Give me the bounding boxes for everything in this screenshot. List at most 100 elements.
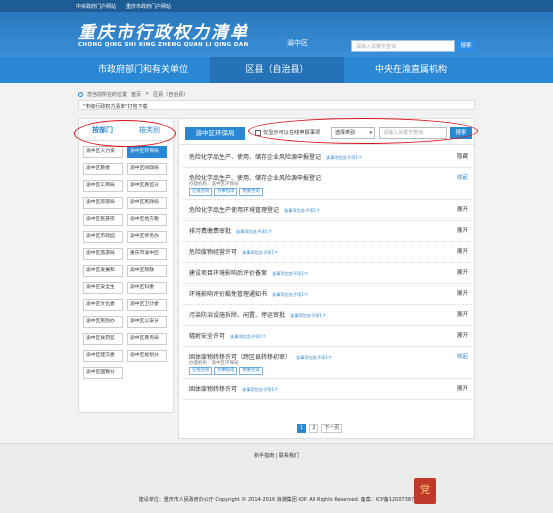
header-search-input[interactable]: 请输入关键字查询 [351,40,455,52]
sidebar-item-department[interactable]: 渝中区财政局 [127,163,167,175]
sidebar-item-department[interactable]: 渝中区市政园 [83,231,123,243]
item-toggle-button[interactable]: 展开 [457,226,468,234]
list-item: 排污费缴费审批 该事项包含子项1个 展开 [183,221,472,242]
sidebar-item-department[interactable]: 渝中区侨务办 [127,231,167,243]
breadcrumb-current[interactable]: 区县（自治县） [153,91,188,98]
item-name-text: 危险废物经营许可 [189,249,238,256]
item-toggle-button[interactable]: 收起 [457,173,468,181]
item-toggle-button[interactable]: 收起 [457,352,468,360]
breadcrumb-separator: > [145,91,150,97]
sidebar-item-department[interactable]: 渝中区食药监 [83,333,123,345]
item-toggle-button[interactable]: 展开 [457,268,468,276]
item-subitem-count[interactable]: 该事项包含子项1个 [296,355,332,360]
page-button[interactable]: 2 [309,424,319,433]
item-name[interactable]: 辐射安全许可 该事项包含子项1个 [189,331,266,340]
sidebar-item-department[interactable]: 渝中区地方税 [127,214,167,226]
item-toggle-button[interactable]: 隐藏 [457,152,468,160]
list-item: 辐射安全许可 该事项包含子项1个 展开 [183,326,472,347]
sidebar-item-department[interactable]: 渝中区安全生 [83,282,123,294]
sidebar-item-department[interactable]: 渝中区民政局 [127,197,167,209]
item-toggle-button[interactable]: 展开 [457,205,468,213]
tab-central-agencies[interactable]: 中央在渝直属机构 [344,57,478,83]
item-action-button[interactable]: 在线咨询 [189,188,213,196]
item-subitem-count[interactable]: 该事项包含子项1个 [326,155,362,160]
item-action-button[interactable]: 我要咨询 [239,367,263,375]
item-subitem-count[interactable]: 该事项包含子项1个 [230,334,266,339]
item-name-text: 污染防治设施拆除、闲置、停运审批 [189,312,286,319]
item-action-button[interactable]: 我要咨询 [239,188,263,196]
item-toggle-button[interactable]: 展开 [457,247,468,255]
item-name[interactable]: 危险化学品生产、使用、储存企业风险源申报登记 该事项包含子项1个 [189,152,362,161]
item-action-button[interactable]: 办事指南 [214,367,238,375]
sidebar-item-department[interactable]: 重庆市渝中区 [127,248,167,260]
sidebar-item-department[interactable]: 渝中区建交委 [83,350,123,362]
list-item: 建设项目环境影响后评价备案 该事项包含子项1个 展开 [183,263,472,284]
list-item: 危险化学品生产使用环境管理登记 该事项包含子项1个 展开 [183,200,472,221]
sidebar-item-department[interactable]: 渝中区规划分 [127,350,167,362]
item-name-text: 环境影响评价豁免管理通知书 [189,291,268,298]
link-central-gov[interactable]: 中央政府门户网站 [76,3,116,10]
item-name[interactable]: 建设项目环境影响后评价备案 该事项包含子项1个 [189,268,308,277]
item-actions: 在线咨询 办事指南 我要咨询 [189,367,263,375]
item-name-text: 固体废物转移许可 [189,386,238,393]
breadcrumb-home[interactable]: 首页 [131,91,141,98]
item-name-text: 危险化学品生产使用环境管理登记 [189,207,280,214]
link-chongqing-gov[interactable]: 重庆市政府门户网站 [126,3,171,10]
sidebar-item-department[interactable]: 渝中区环保局 [127,146,167,158]
sidebar-item-department[interactable]: 渝中区民防办 [83,316,123,328]
item-name[interactable]: 危险化学品生产使用环境管理登记 该事项包含子项1个 [189,205,320,214]
region-label: 渝中区 [287,39,308,47]
sidebar-item-department[interactable]: 渝中区文化委 [83,299,123,311]
item-action-button[interactable]: 办事指南 [214,188,238,196]
sidebar-item-department[interactable]: 渝中区商务局 [127,333,167,345]
item-name[interactable]: 环境影响评价豁免管理通知书 该事项包含子项1个 [189,289,308,298]
sidebar-item-department[interactable]: 渝中区发展和 [83,265,123,277]
item-subitem-count[interactable]: 该事项包含子项1个 [272,271,308,276]
header-search-button[interactable]: 搜索 [456,40,476,52]
list-item: 环境影响评价豁免管理通知书 该事项包含子项1个 展开 [183,284,472,305]
footer-links[interactable]: 新手指南 | 联系我们 [0,452,553,459]
item-subitem-count[interactable]: 该事项包含子项1个 [242,387,278,392]
tab-districts[interactable]: 区县（自治县） [210,57,344,83]
item-toggle-button[interactable]: 展开 [457,289,468,297]
list-item: 固体废物转移许可（跨区县转移初审） 该事项包含子项1个 收起 办理机构：渝中区环保局在… [183,347,472,379]
sidebar-item-department[interactable]: 渝中区卫计委 [127,299,167,311]
item-subitem-count[interactable]: 该事项包含子项1个 [236,229,272,234]
sidebar-item-department[interactable]: 渝中区质监分 [127,180,167,192]
sidebar-item-department[interactable]: 渝中区民族宗 [83,214,123,226]
tab-city-departments[interactable]: 市政府部门和有关单位 [76,57,210,83]
pagination: 1 2 下一页 [297,424,343,433]
item-name[interactable]: 排污费缴费审批 该事项包含子项1个 [189,226,272,235]
sidebar-item-department[interactable]: 渝中区科委 [127,282,167,294]
item-list: 危险化学品生产、使用、储存企业风险源申报登记 该事项包含子项1个 隐藏 危险化学品生产… [183,147,472,400]
next-page-button[interactable]: 下一页 [321,424,343,433]
page-button[interactable]: 1 [297,424,307,433]
item-toggle-button[interactable]: 展开 [457,310,468,318]
footer: 新手指南 | 联系我们 党 建设单位：重庆市人民政府办公厅 Copyright … [0,443,553,513]
sidebar-item-department[interactable]: 渝中区残联 [127,265,167,277]
department-sidebar: 按部门 按类别 渝中区人力资 渝中区环保局 渝中区教委 渝中区财政局 渝中区工商局 渝中区… [78,118,174,413]
item-name[interactable]: 固体废物转移许可 该事项包含子项1个 [189,384,278,393]
sidebar-item-department[interactable]: 渝中区公安分 [127,316,167,328]
package-download-link[interactable]: "市级行政权力清单"打包下载 [78,100,475,110]
location-icon [78,91,83,97]
sidebar-item-department[interactable]: 渝中区工商局 [83,180,123,192]
list-item: 固体废物转移许可 该事项包含子项1个 展开 [183,379,472,400]
sidebar-item-department[interactable]: 渝中区国税分 [83,367,123,379]
item-toggle-button[interactable]: 展开 [457,331,468,339]
item-subitem-count[interactable]: 该事项包含子项1个 [272,292,308,297]
item-subitem-count[interactable]: 该事项包含子项1个 [284,208,320,213]
list-item: 危险化学品生产、使用、储存企业风险源申报登记 该事项包含子项1个 隐藏 [183,147,472,168]
item-subitem-count[interactable]: 该事项包含子项1个 [290,313,326,318]
item-name[interactable]: 污染防治设施拆除、闲置、停运审批 该事项包含子项1个 [189,310,326,319]
sidebar-item-department[interactable]: 渝中区人力资 [83,146,123,158]
list-item: 污染防治设施拆除、闲置、停运审批 该事项包含子项1个 展开 [183,305,472,326]
item-name[interactable]: 危险废物经营许可 该事项包含子项1个 [189,247,278,256]
sidebar-item-department[interactable]: 渝中区房管局 [83,197,123,209]
item-action-button[interactable]: 在线咨询 [189,367,213,375]
sidebar-item-department[interactable]: 渝中区旅游局 [83,248,123,260]
list-item: 危险化学品生产、使用、储存企业风险源申报登记 收起 办理机构：渝中区环保局 在线咨询办… [183,168,472,200]
sidebar-item-department[interactable]: 渝中区教委 [83,163,123,175]
item-toggle-button[interactable]: 展开 [457,384,468,392]
item-subitem-count[interactable]: 该事项包含子项1个 [242,250,278,255]
